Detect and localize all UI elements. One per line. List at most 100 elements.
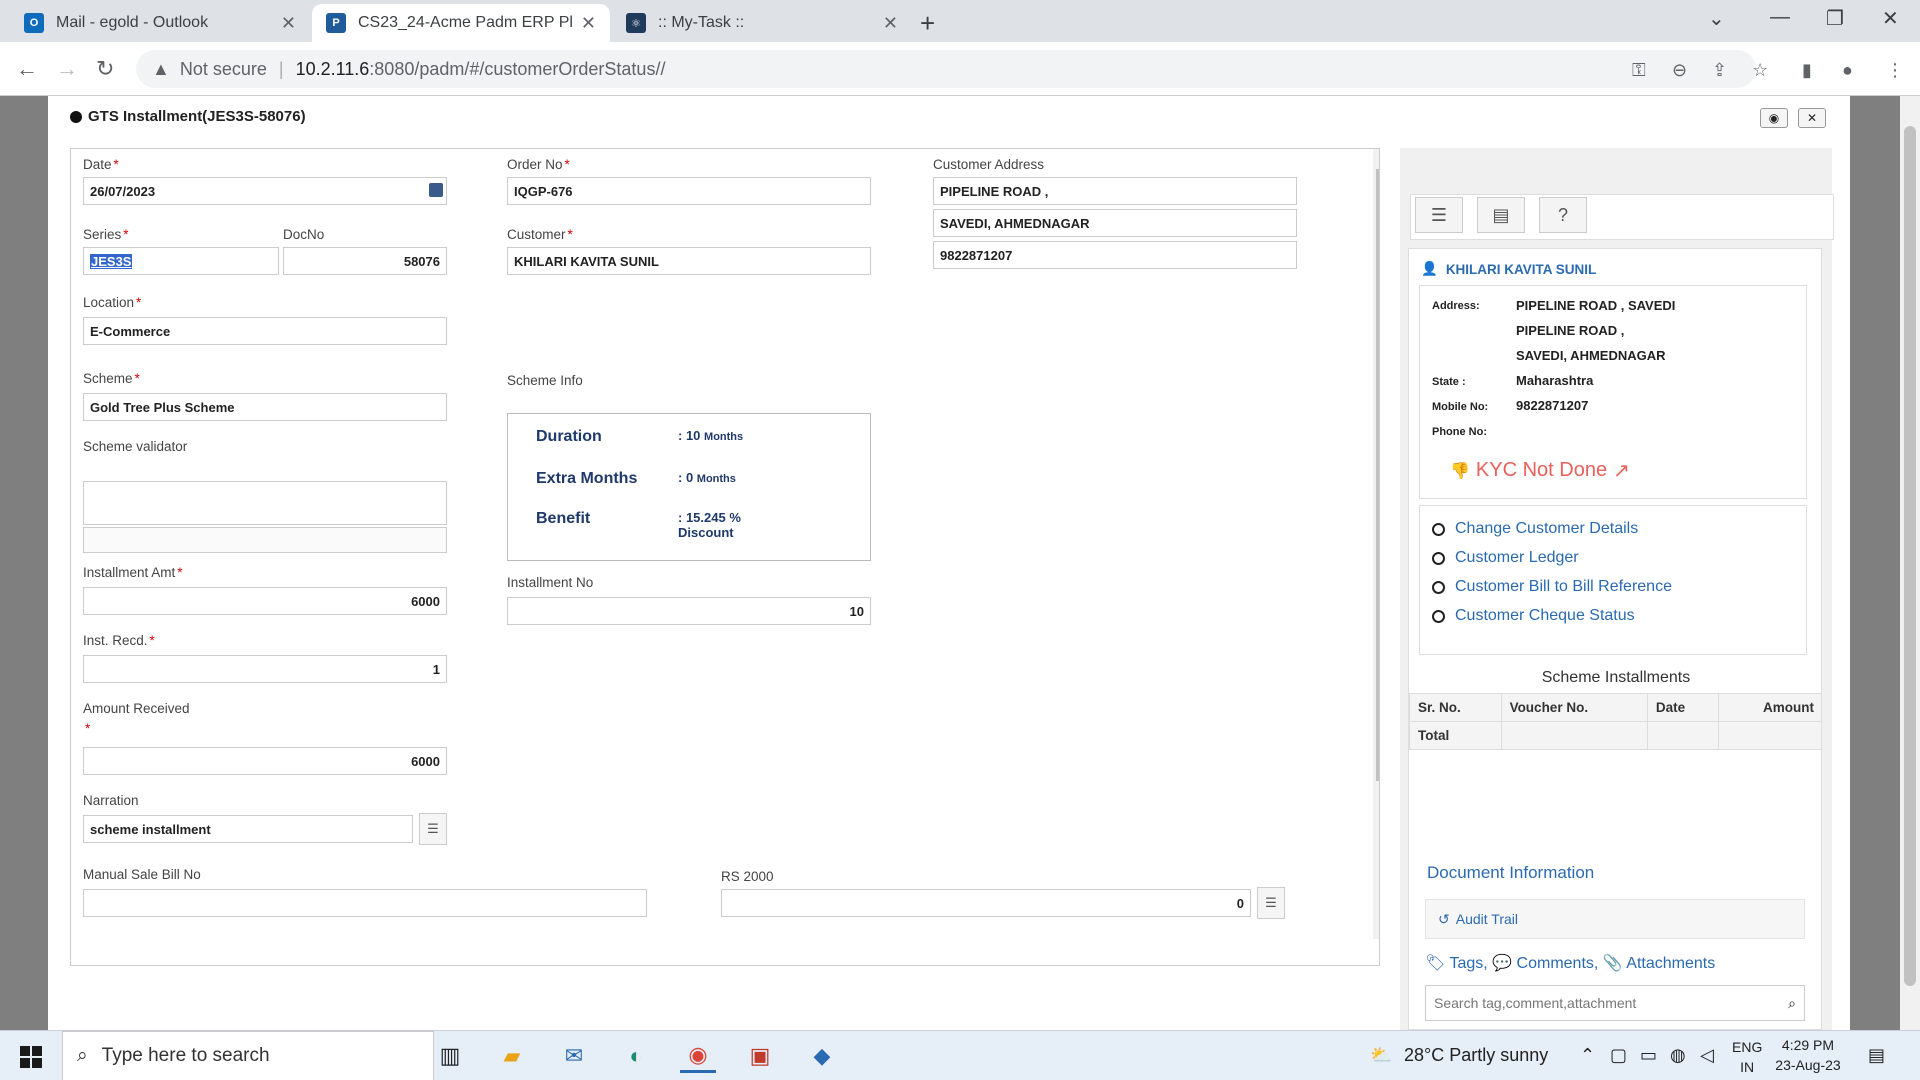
eye-slash-button[interactable]: ◉: [1760, 108, 1788, 128]
comments-link[interactable]: Comments,: [1517, 955, 1599, 972]
profile-avatar-icon[interactable]: ●: [1842, 60, 1853, 81]
total-empty: [1646, 721, 1719, 750]
tags-comments-attachments: 🏷 Tags, 💬 Comments, 📎 Attachments: [1425, 953, 1715, 973]
help-icon[interactable]: ?: [1539, 197, 1587, 233]
date-input[interactable]: 26/07/2023: [83, 177, 447, 205]
tab-outlook[interactable]: O Mail - egold - Outlook ✕: [10, 4, 310, 42]
customer-input[interactable]: KHILARI KAVITA SUNIL: [507, 247, 871, 275]
book-icon[interactable]: ▤: [1477, 197, 1525, 233]
address-line2-input[interactable]: SAVEDI, AHMEDNAGAR: [933, 209, 1297, 237]
close-icon[interactable]: ✕: [281, 13, 296, 34]
customer-name[interactable]: 👤 KHILARI KAVITA SUNIL: [1421, 261, 1596, 277]
reload-button[interactable]: ↻: [96, 56, 114, 82]
address-line3-input[interactable]: 9822871207: [933, 241, 1297, 269]
notifications-icon[interactable]: ▤: [1868, 1045, 1885, 1066]
cheque-status-link[interactable]: Customer Cheque Status: [1432, 607, 1635, 625]
taskbar-search-input[interactable]: ⌕ Type here to search: [62, 1031, 434, 1080]
tag-icon: 🏷: [1425, 955, 1446, 972]
paperclip-icon: 📎: [1602, 955, 1623, 972]
form-area: Date * 26/07/2023 Series * JES3S DocNo 580…: [70, 148, 1380, 966]
chrome-icon[interactable]: ◉: [680, 1039, 716, 1073]
task-view-icon[interactable]: ▥: [432, 1039, 468, 1073]
attachments-link[interactable]: Attachments: [1626, 955, 1715, 972]
installment-amt-label: Installment Amt *: [83, 565, 183, 580]
search-icon[interactable]: ⌕: [1788, 995, 1796, 1012]
mail-icon[interactable]: ✉: [556, 1039, 592, 1073]
minimize-button[interactable]: —: [1770, 6, 1790, 29]
file-explorer-icon[interactable]: ▰: [494, 1039, 530, 1073]
tab-search-icon[interactable]: ⌄: [1708, 6, 1725, 31]
zoom-icon[interactable]: ⊖: [1672, 60, 1687, 81]
benefit-label: Benefit: [536, 510, 591, 527]
rs2000-input[interactable]: 0: [721, 889, 1251, 917]
volume-icon[interactable]: ◁: [1700, 1045, 1714, 1066]
share-icon[interactable]: ⇪: [1712, 60, 1727, 81]
key-icon[interactable]: ⚿: [1632, 60, 1646, 81]
menu-kebab-icon[interactable]: ⋮: [1886, 60, 1904, 81]
inst-recd-input[interactable]: 1: [83, 655, 447, 683]
document-information-title: Document Information: [1427, 863, 1595, 882]
address-line1-input[interactable]: PIPELINE ROAD ,: [933, 177, 1297, 205]
calendar-icon[interactable]: [429, 183, 443, 197]
warning-icon: ▲: [152, 58, 170, 79]
tab-title: :: My-Task ::: [658, 14, 745, 31]
kyc-status[interactable]: 👎 KYC Not Done ↗: [1450, 458, 1630, 483]
list-icon[interactable]: ☰: [1415, 197, 1463, 233]
windows-start-icon[interactable]: [20, 1046, 42, 1068]
col-sr-no: Sr. No.: [1409, 693, 1502, 722]
tags-link[interactable]: Tags,: [1449, 955, 1487, 972]
side-panel-icon[interactable]: ▮: [1802, 60, 1812, 81]
amount-received-label: Amount Received: [83, 701, 190, 716]
scheme-validator-input[interactable]: [83, 481, 447, 525]
new-tab-button[interactable]: +: [920, 8, 935, 39]
form-scrollbar[interactable]: [1373, 149, 1379, 939]
customer-ledger-link[interactable]: Customer Ledger: [1432, 549, 1579, 567]
total-empty: [1500, 721, 1648, 750]
tab-title: Mail - egold - Outlook: [56, 14, 209, 31]
network-icon[interactable]: ◍: [1670, 1045, 1686, 1066]
scheme-input[interactable]: Gold Tree Plus Scheme: [83, 393, 447, 421]
weather-text[interactable]: 28°C Partly sunny: [1404, 1045, 1548, 1066]
edge-icon[interactable]: ◐: [618, 1039, 654, 1073]
location-input[interactable]: E-Commerce: [83, 317, 447, 345]
page-scrollbar[interactable]: [1900, 96, 1920, 1030]
feather-app-icon[interactable]: ◆: [804, 1039, 840, 1073]
total-empty: [1717, 721, 1821, 750]
location-label: Location *: [83, 295, 142, 310]
modal-title-text: GTS Installment(JES3S-58076): [88, 108, 306, 125]
bookmark-star-icon[interactable]: ☆: [1752, 60, 1768, 81]
window-close-button[interactable]: ✕: [1882, 6, 1899, 31]
narration-picker-icon[interactable]: ☰: [419, 813, 447, 845]
narration-input[interactable]: scheme installment: [83, 815, 413, 843]
comment-icon: 💬: [1492, 955, 1513, 972]
separator: |: [278, 58, 284, 79]
clock[interactable]: 4:29 PM 23-Aug-23: [1768, 1035, 1848, 1075]
language-indicator[interactable]: ENG IN: [1732, 1037, 1762, 1077]
docno-input[interactable]: 58076: [283, 247, 447, 275]
close-icon[interactable]: ✕: [581, 13, 596, 34]
series-input[interactable]: JES3S: [83, 247, 279, 275]
app-icon[interactable]: ▣: [742, 1039, 778, 1073]
change-customer-details-link[interactable]: Change Customer Details: [1432, 520, 1638, 538]
installment-amt-input[interactable]: 6000: [83, 587, 447, 615]
battery-icon[interactable]: ▭: [1640, 1045, 1657, 1066]
rs2000-picker-icon[interactable]: ☰: [1257, 887, 1285, 919]
back-button[interactable]: ←: [16, 56, 38, 82]
manual-sale-bill-input[interactable]: [83, 889, 647, 917]
modal-close-button[interactable]: ✕: [1798, 108, 1826, 128]
maximize-button[interactable]: ❐: [1826, 6, 1844, 31]
audit-trail-link[interactable]: ↺ Audit Trail: [1425, 899, 1805, 939]
close-icon[interactable]: ✕: [883, 13, 898, 34]
tag-search-input[interactable]: Search tag,comment,attachment ⌕: [1425, 985, 1805, 1021]
address-bar[interactable]: ▲ Not secure | 10.2.11.6 :8080/padm/#/cu…: [136, 50, 1756, 88]
amount-received-input[interactable]: 6000: [83, 747, 447, 775]
tab-my-task[interactable]: ⚛ :: My-Task :: ✕: [612, 4, 912, 42]
forward-button[interactable]: →: [56, 56, 78, 82]
order-no-input[interactable]: IQGP-676: [507, 177, 871, 205]
duration-label: Duration: [536, 428, 602, 445]
installment-no-input[interactable]: 10: [507, 597, 871, 625]
bill-to-bill-link[interactable]: Customer Bill to Bill Reference: [1432, 578, 1672, 596]
meet-icon[interactable]: ▢: [1610, 1045, 1627, 1066]
show-hidden-icons[interactable]: ⌃: [1580, 1045, 1595, 1066]
tab-erp[interactable]: P CS23_24-Acme Padm ERP Platfor ✕: [312, 4, 610, 42]
